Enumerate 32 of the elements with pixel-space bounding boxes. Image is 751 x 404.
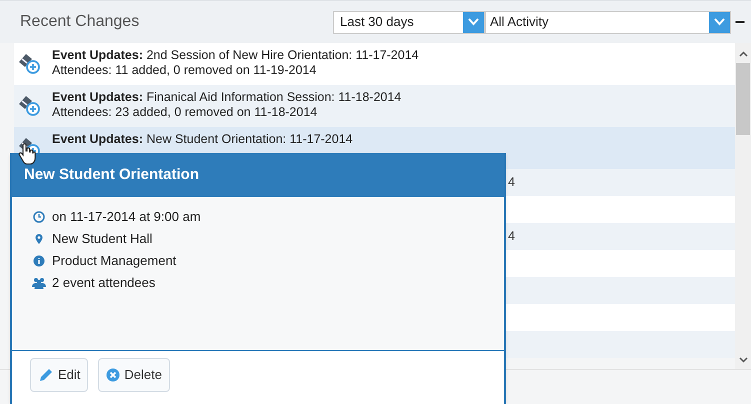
edit-button[interactable]: Edit — [30, 358, 88, 392]
chevron-icon — [709, 12, 730, 32]
change-title: Event Updates: Finanical Aid Information Session: 11-18-2014 — [52, 90, 402, 105]
activity-select[interactable]: All Activity — [485, 10, 731, 34]
period-select[interactable]: Last 30 days — [333, 10, 485, 34]
collapse-button[interactable]: − — [733, 13, 747, 31]
change-detail: Attendees: 23 added, 0 removed on 11-18-2014 — [52, 105, 318, 120]
pencil-icon — [38, 368, 54, 382]
scroll-down-icon[interactable] — [738, 357, 748, 363]
scrollbar[interactable] — [735, 43, 751, 369]
event-detail: New Student Hall — [52, 230, 152, 248]
row-text: 4 — [508, 228, 515, 246]
map-pin-icon — [33, 232, 45, 244]
event-detail: 2 event attendees — [52, 274, 156, 292]
row-text: 4 — [508, 174, 515, 192]
delete-button[interactable]: Delete — [98, 358, 170, 392]
panel-title: Recent Changes — [20, 12, 140, 32]
scroll-thumb[interactable] — [736, 63, 750, 135]
hand-cursor-icon — [18, 143, 36, 165]
change-title: Event Updates: 2nd Session of New Hire Orientation: 11-17-2014 — [52, 48, 419, 63]
scroll-up-icon[interactable] — [738, 51, 748, 57]
change-detail: Attendees: 11 added, 0 removed on 11-19-2014 — [52, 63, 318, 78]
people-icon — [32, 276, 46, 288]
change-row[interactable]: Event Updates: 2nd Session of New Hire Orientation: 11-17-2014 Attendees: 11 added, 0 removed on 11-19-2014 — [14, 43, 735, 85]
clock-icon — [33, 210, 45, 222]
info-icon — [33, 254, 45, 266]
event-detail: Product Management — [52, 252, 176, 270]
change-row[interactable]: Event Updates: Finanical Aid Information Session: 11-18-2014 Attendees: 23 added, 0 removed on 11-18-2014 — [14, 85, 735, 127]
change-title: Event Updates: New Student Orientation: 11-17-2014 — [52, 132, 353, 147]
close-icon — [106, 368, 120, 382]
chevron-icon — [463, 12, 484, 32]
event-detail: on 11-17-2014 at 9:00 am — [52, 208, 201, 226]
